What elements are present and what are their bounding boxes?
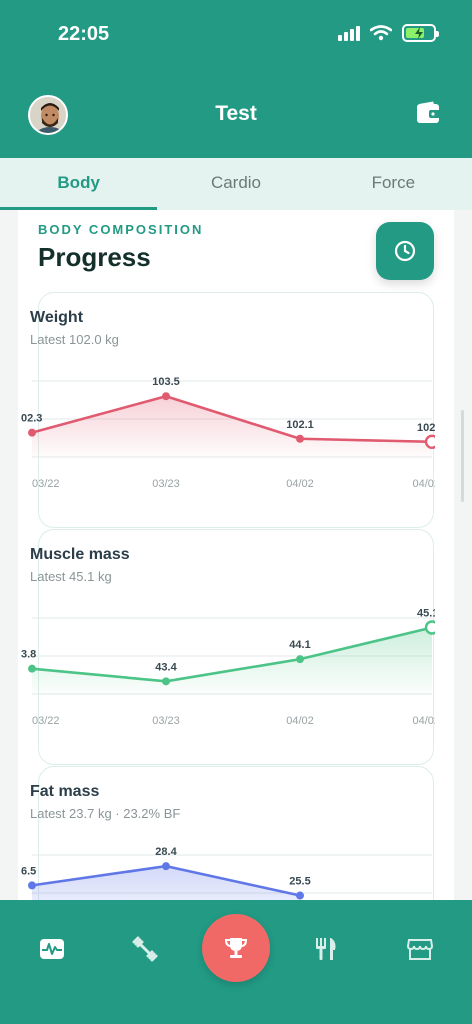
nav-progress[interactable] (202, 914, 270, 982)
data-point (28, 881, 36, 890)
signal-icon (338, 25, 360, 41)
data-point (162, 862, 170, 871)
data-point (28, 664, 36, 673)
data-point (296, 891, 304, 900)
data-label: 103.5 (152, 376, 180, 388)
tab-bar: Body Cardio Force (0, 158, 472, 210)
fat-chart-card[interactable]: Fat mass Latest 23.7 kg · 23.2% BF 6.5 28… (21, 766, 434, 910)
progress-panel: BODY COMPOSITION Progress Weight Latest … (18, 210, 454, 910)
bottom-nav (0, 900, 472, 1024)
data-point (296, 434, 304, 443)
data-point (424, 620, 435, 635)
nav-store[interactable] (405, 934, 435, 964)
fork-knife-icon (316, 938, 336, 960)
data-point (162, 677, 170, 686)
data-label: 02.3 (21, 413, 42, 425)
data-point (296, 655, 304, 664)
fat-chart: 6.5 28.4 25.5 (21, 846, 432, 910)
data-label: 44.1 (289, 639, 310, 651)
clock-icon (394, 240, 416, 262)
data-label: 102.( (417, 422, 435, 434)
weight-chart-card[interactable]: Weight Latest 102.0 kg 02.3 103.5 102.1 102… (21, 292, 435, 528)
page-title: Test (215, 102, 257, 125)
scrollbar[interactable] (461, 410, 464, 502)
data-label: 25.5 (289, 876, 310, 888)
chart-subtitle: Latest 102.0 kg (30, 332, 119, 347)
x-tick-label: 03/22 (32, 715, 60, 727)
section-label: BODY COMPOSITION (38, 222, 204, 237)
series-area (32, 627, 432, 694)
trophy-icon (224, 938, 248, 958)
chart-title: Muscle mass (30, 546, 130, 563)
muscle-chart: 3.8 43.4 44.1 45.1 03/22 03/23 04/02 04/02 (21, 608, 435, 727)
weight-chart: 02.3 103.5 102.1 102.( 03/22 03/23 04/02 04/02 (21, 376, 435, 490)
x-tick-label: 04/02 (412, 478, 435, 490)
nav-nutrition[interactable] (311, 934, 341, 964)
data-label: 43.4 (155, 661, 177, 673)
store-icon (407, 939, 433, 960)
data-point (162, 392, 170, 401)
chart-title: Weight (30, 309, 84, 326)
dumbbell-icon (132, 936, 158, 962)
data-point (28, 428, 36, 437)
chart-title: Fat mass (30, 783, 100, 800)
chart-subtitle: Latest 45.1 kg (30, 569, 112, 584)
x-tick-label: 03/23 (152, 478, 180, 490)
x-tick-label: 04/02 (286, 478, 314, 490)
tab-body[interactable]: Body (0, 158, 158, 210)
data-label: 6.5 (21, 865, 36, 877)
muscle-chart-card[interactable]: Muscle mass Latest 45.1 kg 3.8 43.4 44.1 45… (21, 529, 435, 765)
history-button[interactable] (376, 222, 434, 280)
app-header: 22:05 Test (0, 0, 472, 158)
activity-icon (40, 939, 64, 959)
chart-subtitle: Latest 23.7 kg · 23.2% BF (30, 806, 181, 821)
x-tick-label: 03/22 (32, 478, 60, 490)
wallet-icon[interactable] (416, 101, 442, 125)
status-icons (338, 24, 439, 42)
tab-cardio[interactable]: Cardio (157, 158, 314, 210)
battery-icon (402, 24, 439, 42)
section-title: Progress (38, 242, 151, 272)
data-label: 102.1 (286, 419, 314, 431)
nav-activity[interactable] (37, 934, 67, 964)
data-label: 3.8 (21, 649, 36, 661)
x-tick-label: 04/02 (286, 715, 314, 727)
data-label: 45.1 (417, 608, 435, 620)
series-area (32, 396, 432, 457)
nav-workouts[interactable] (130, 934, 160, 964)
data-point (424, 434, 435, 449)
data-label: 28.4 (155, 846, 177, 858)
tab-force[interactable]: Force (315, 158, 472, 210)
x-tick-label: 03/23 (152, 715, 180, 727)
status-time: 22:05 (58, 23, 110, 45)
wifi-icon (370, 25, 392, 41)
x-tick-label: 04/02 (412, 715, 435, 727)
